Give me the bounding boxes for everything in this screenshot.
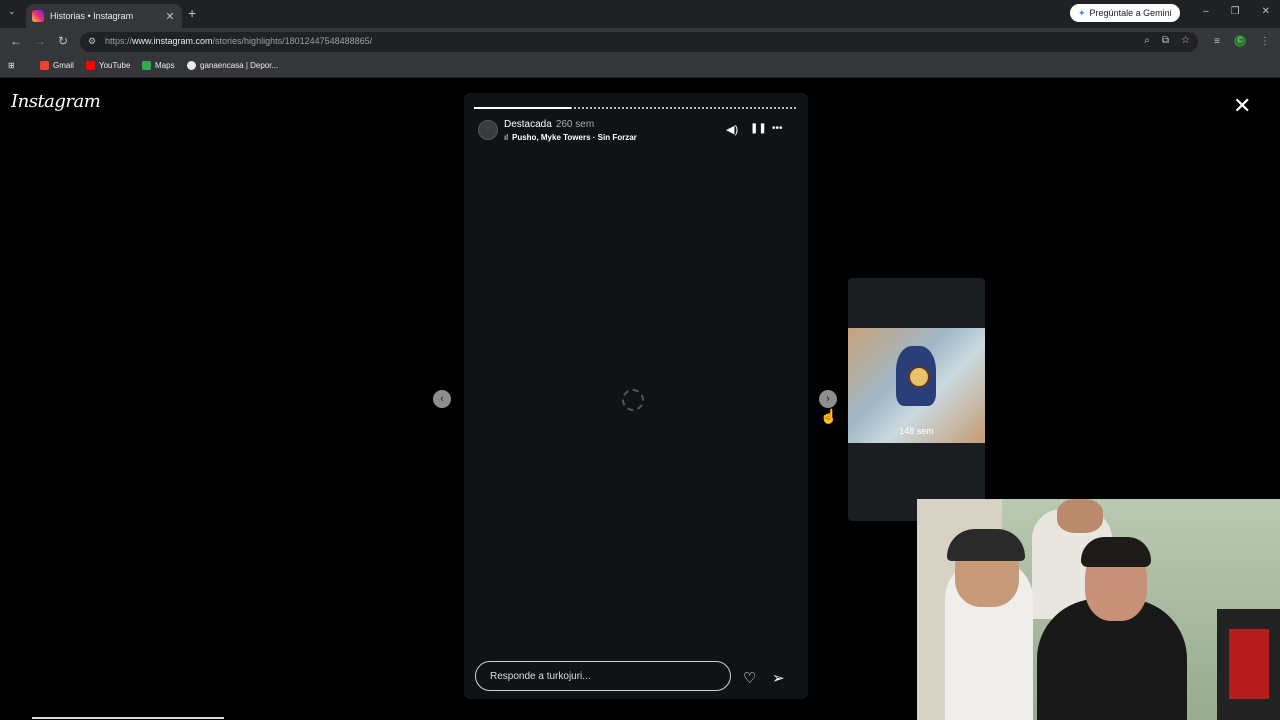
back-icon[interactable]: ← bbox=[10, 34, 22, 48]
youtube-icon bbox=[86, 61, 95, 70]
webcam-overlay bbox=[917, 499, 1280, 720]
send-icon[interactable]: ➢ bbox=[772, 669, 785, 687]
story-time: 260 sem bbox=[555, 119, 595, 130]
pause-icon[interactable]: ❚❚ bbox=[750, 123, 767, 134]
apps-grid-icon[interactable]: ⊞ bbox=[8, 61, 15, 70]
instagram-favicon-icon bbox=[32, 10, 44, 22]
url-text: https://www.instagram.com/stories/highli… bbox=[105, 36, 373, 46]
chrome-menu-icon[interactable]: ⋮ bbox=[1260, 36, 1270, 47]
story-progress-fill bbox=[474, 107, 571, 109]
media-control-icon[interactable]: ≡ bbox=[1214, 36, 1220, 47]
globe-icon bbox=[187, 61, 196, 70]
maps-icon bbox=[142, 61, 151, 70]
instagram-page: Instagram ✕ Destacada 260 sem ıl Pusho, My… bbox=[0, 79, 1280, 720]
reload-icon[interactable]: ↻ bbox=[58, 34, 68, 48]
restore-icon[interactable]: ❐ bbox=[1231, 6, 1240, 17]
gemini-label: Pregúntale a Gemini bbox=[1089, 8, 1172, 18]
address-bar[interactable]: ⚙ https://www.instagram.com/stories/high… bbox=[80, 32, 1198, 52]
gmail-icon bbox=[40, 61, 49, 70]
browser-toolbar: ← → ↻ ⚙ https://www.instagram.com/storie… bbox=[0, 28, 1280, 56]
instagram-logo[interactable]: Instagram bbox=[11, 91, 101, 112]
browser-tab[interactable]: Historias • Instagram ✕ bbox=[26, 4, 182, 28]
mute-icon[interactable]: ◀) bbox=[726, 123, 738, 136]
next-story-button[interactable]: › bbox=[819, 390, 837, 408]
hand-cursor-icon: ☝ bbox=[820, 408, 838, 424]
next-story-time: 148 sem bbox=[899, 426, 934, 436]
bookmark-star-icon[interactable]: ☆ bbox=[1181, 35, 1190, 46]
tab-title: Historias • Instagram bbox=[50, 11, 134, 21]
bookmark-maps[interactable]: Maps bbox=[142, 61, 175, 70]
heart-icon[interactable]: ♡ bbox=[743, 669, 756, 687]
bookmark-youtube[interactable]: YouTube bbox=[86, 61, 130, 70]
next-story-preview[interactable]: 148 sem bbox=[848, 278, 985, 521]
new-tab-button[interactable]: + bbox=[188, 5, 196, 21]
close-window-icon[interactable]: ✕ bbox=[1262, 6, 1270, 17]
more-options-icon[interactable]: ••• bbox=[772, 123, 783, 134]
install-app-icon[interactable]: ⧉ bbox=[1162, 35, 1169, 46]
story-viewer[interactable]: Destacada 260 sem ıl Pusho, Myke Towers · … bbox=[464, 93, 808, 699]
story-progress-bar bbox=[474, 107, 796, 109]
previous-story-button[interactable]: ‹ bbox=[433, 390, 451, 408]
bookmark-ganaencasa[interactable]: ganaencasa | Depor... bbox=[187, 61, 278, 70]
avatar[interactable] bbox=[478, 120, 498, 140]
gemini-button[interactable]: ✦ Pregúntale a Gemini bbox=[1070, 4, 1180, 22]
bookmarks-bar: ⊞ Gmail YouTube Maps ganaencasa | Depor.… bbox=[0, 56, 1280, 78]
reply-input[interactable] bbox=[475, 661, 731, 691]
profile-avatar[interactable]: C bbox=[1234, 35, 1246, 47]
window-controls: – ❐ ✕ bbox=[1203, 6, 1270, 17]
site-info-icon[interactable]: ⚙ bbox=[88, 36, 96, 47]
loading-spinner-icon bbox=[622, 389, 644, 411]
story-username[interactable]: Destacada bbox=[504, 119, 552, 130]
music-wave-icon: ıl bbox=[504, 133, 508, 142]
zoom-icon[interactable]: ⌕ bbox=[1144, 35, 1150, 46]
tab-search-icon[interactable]: ⌄ bbox=[8, 6, 16, 17]
story-music[interactable]: ıl Pusho, Myke Towers · Sin Forzar bbox=[504, 133, 637, 142]
close-story-icon[interactable]: ✕ bbox=[1233, 93, 1251, 119]
bookmark-gmail[interactable]: Gmail bbox=[40, 61, 74, 70]
tab-close-icon[interactable]: ✕ bbox=[164, 10, 176, 23]
forward-icon[interactable]: → bbox=[34, 34, 46, 48]
video-scrub-bar bbox=[32, 717, 224, 719]
gemini-star-icon: ✦ bbox=[1078, 7, 1086, 18]
minimize-icon[interactable]: – bbox=[1203, 6, 1209, 17]
browser-tab-strip: ⌄ Historias • Instagram ✕ + ✦ Pregúntale… bbox=[0, 0, 1280, 28]
